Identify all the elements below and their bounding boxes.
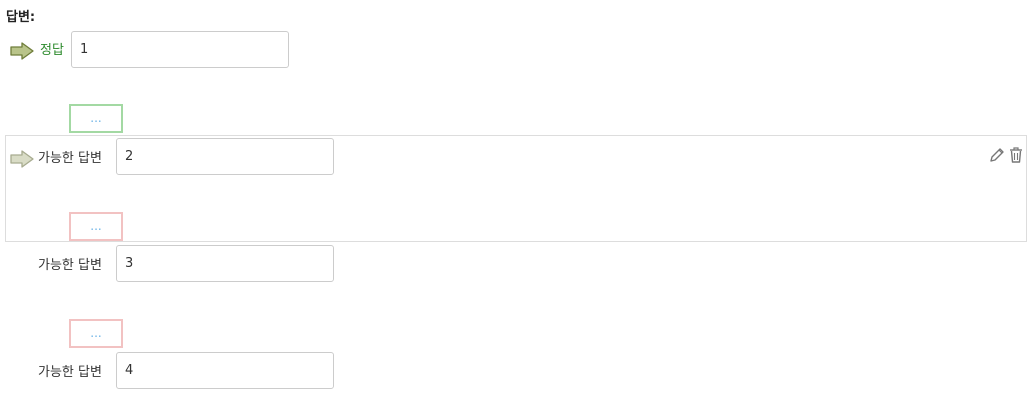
feedback-button-3[interactable]: ...	[69, 319, 123, 348]
correct-answer-label: 정답	[40, 43, 64, 58]
feedback-button-2[interactable]: ...	[69, 212, 123, 241]
pencil-icon[interactable]	[988, 146, 1006, 164]
possible-answer-label: 가능한 답변	[38, 151, 102, 166]
answer-input-3[interactable]	[116, 245, 334, 282]
answer-input-1[interactable]	[71, 31, 289, 68]
arrow-right-icon	[10, 42, 34, 60]
answers-section-label: 답변:	[6, 10, 36, 25]
answer-input-4[interactable]	[116, 352, 334, 389]
trash-icon[interactable]	[1007, 146, 1025, 164]
possible-answer-label: 가능한 답변	[38, 258, 102, 273]
possible-answer-label: 가능한 답변	[38, 365, 102, 380]
arrow-right-icon	[10, 150, 34, 168]
feedback-button-1[interactable]: ...	[69, 104, 123, 133]
answer-input-2[interactable]	[116, 138, 334, 175]
